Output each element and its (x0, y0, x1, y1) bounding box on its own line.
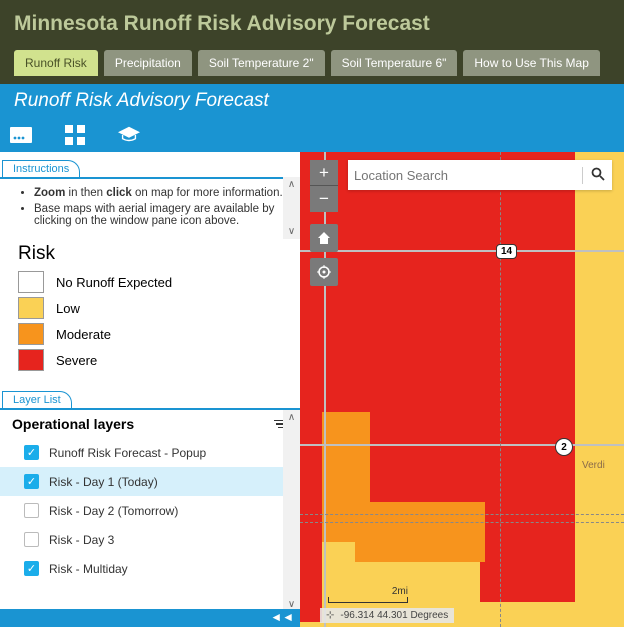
zoom-in-button[interactable]: + (310, 160, 338, 186)
checkbox[interactable] (24, 503, 39, 518)
layer-list-widget: Layer List Operational layers ✓ Runoff Ri… (0, 383, 300, 609)
operational-layers-heading: Operational layers (12, 416, 134, 432)
map[interactable]: 14 2 Verdi + − 2mi ⊹ -96.314 44 (300, 152, 624, 627)
tab-soil-temp-6[interactable]: Soil Temperature 6" (331, 50, 458, 76)
legend-swatch (18, 297, 44, 319)
layer-label: Risk - Day 2 (Tomorrow) (49, 504, 178, 518)
risk-legend: Risk No Runoff Expected Low Moderate Severe (0, 239, 300, 383)
place-label-verdi: Verdi (582, 460, 605, 471)
crosshair-icon[interactable]: ⊹ (326, 610, 334, 621)
left-panel: Instructions Zoom in then click on map f… (0, 152, 300, 627)
legend-label: Low (56, 301, 80, 316)
main-area: Instructions Zoom in then click on map f… (0, 152, 624, 627)
app-title-bar: Runoff Risk Advisory Forecast (0, 84, 624, 118)
layer-list-header: Operational layers (0, 410, 300, 438)
risk-legend-title: Risk (18, 243, 282, 265)
scale-label: 2mi (328, 586, 408, 597)
zoom-out-button[interactable]: − (310, 186, 338, 212)
scrollbar[interactable]: ∧ ∨ (283, 177, 300, 239)
scroll-up-icon[interactable]: ∧ (288, 412, 295, 423)
location-search (348, 160, 612, 190)
legend-swatch (18, 271, 44, 293)
scroll-up-icon[interactable]: ∧ (288, 179, 295, 190)
tab-soil-temp-2[interactable]: Soil Temperature 2" (198, 50, 325, 76)
scroll-down-icon[interactable]: ∨ (288, 226, 295, 237)
layer-item[interactable]: ✓ Risk - Multiday (0, 554, 300, 583)
layer-label: Risk - Day 1 (Today) (49, 475, 158, 489)
zoom-control: + − (310, 160, 338, 212)
layer-label: Runoff Risk Forecast - Popup (49, 446, 206, 460)
instructions-widget: Instructions Zoom in then click on map f… (0, 160, 300, 239)
graduation-cap-icon[interactable] (118, 124, 140, 146)
instruction-item: Zoom in then click on map for more infor… (34, 187, 288, 199)
tab-runoff-risk[interactable]: Runoff Risk (14, 50, 98, 76)
checkbox[interactable]: ✓ (24, 561, 39, 576)
checkbox[interactable]: ✓ (24, 445, 39, 460)
legend-label: No Runoff Expected (56, 275, 172, 290)
route-shield-us14: 14 (496, 244, 517, 259)
layer-item[interactable]: ✓ Runoff Risk Forecast - Popup (0, 438, 300, 467)
more-menu-icon[interactable] (10, 124, 32, 146)
checkbox[interactable] (24, 532, 39, 547)
layer-list-tab[interactable]: Layer List (2, 391, 72, 408)
instruction-item: Base maps with aerial imagery are availa… (34, 203, 288, 227)
nav-control (310, 224, 338, 292)
layer-item[interactable]: Risk - Day 3 (0, 525, 300, 554)
basemap-grid-icon[interactable] (64, 124, 86, 146)
legend-swatch (18, 323, 44, 345)
panel-collapse-bar: ◄◄ (0, 609, 300, 627)
coordinate-display: ⊹ -96.314 44.301 Degrees (320, 608, 454, 623)
scrollbar[interactable]: ∧ ∨ (283, 410, 300, 612)
legend-label: Severe (56, 353, 97, 368)
toolbar (0, 118, 624, 152)
layer-list: ✓ Runoff Risk Forecast - Popup ✓ Risk - Day… (0, 438, 300, 583)
legend-label: Moderate (56, 327, 111, 342)
coordinate-text: -96.314 44.301 Degrees (340, 610, 448, 621)
main-tabs: Runoff Risk Precipitation Soil Temperatu… (14, 50, 610, 76)
layer-item[interactable]: Risk - Day 2 (Tomorrow) (0, 496, 300, 525)
layer-label: Risk - Multiday (49, 562, 128, 576)
checkbox[interactable]: ✓ (24, 474, 39, 489)
page-title: Minnesota Runoff Risk Advisory Forecast (14, 12, 610, 36)
tab-precipitation[interactable]: Precipitation (104, 50, 192, 76)
legend-row: Severe (18, 349, 282, 371)
legend-row: Low (18, 297, 282, 319)
locate-button[interactable] (310, 258, 338, 286)
search-icon[interactable] (582, 167, 606, 184)
layer-label: Risk - Day 3 (49, 533, 114, 547)
legend-swatch (18, 349, 44, 371)
route-shield-2: 2 (555, 438, 573, 456)
instructions-tab[interactable]: Instructions (2, 160, 80, 177)
home-button[interactable] (310, 224, 338, 252)
layer-item[interactable]: ✓ Risk - Day 1 (Today) (0, 467, 300, 496)
legend-row: Moderate (18, 323, 282, 345)
page-header: Minnesota Runoff Risk Advisory Forecast … (0, 0, 624, 84)
collapse-left-icon[interactable]: ◄◄ (270, 610, 294, 624)
legend-row: No Runoff Expected (18, 271, 282, 293)
search-input[interactable] (354, 168, 582, 183)
instructions-body: Zoom in then click on map for more infor… (0, 177, 300, 239)
tab-how-to-use[interactable]: How to Use This Map (463, 50, 600, 76)
app-title: Runoff Risk Advisory Forecast (14, 90, 269, 111)
